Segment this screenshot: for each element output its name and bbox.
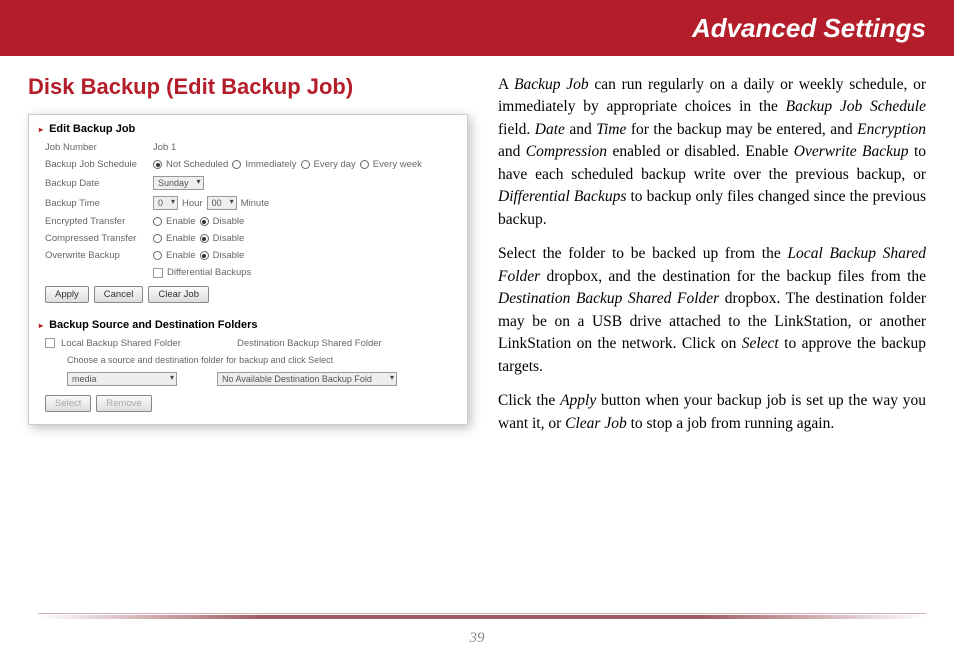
minute-label: Minute (241, 198, 270, 209)
lbl-cmp-enable: Enable (166, 233, 196, 244)
date-label: Backup Date (45, 178, 153, 189)
remove-button[interactable]: Remove (96, 395, 151, 412)
page-title: Disk Backup (Edit Backup Job) (28, 74, 468, 100)
date-select[interactable]: Sunday (153, 176, 204, 190)
panel2-heading-text: Backup Source and Destination Folders (49, 319, 257, 331)
radio-encrypted-disable[interactable] (200, 217, 209, 226)
radio-overwrite-enable[interactable] (153, 251, 162, 260)
hour-label: Hour (182, 198, 203, 209)
compressed-label: Compressed Transfer (45, 233, 153, 244)
local-folder-col: Local Backup Shared Folder (61, 338, 231, 349)
opt-every-week: Every week (373, 159, 422, 170)
radio-overwrite-disable[interactable] (200, 251, 209, 260)
schedule-options: Not Scheduled Immediately Every day Ever… (153, 159, 422, 170)
lbl-ovr-enable: Enable (166, 250, 196, 261)
encrypted-label: Encrypted Transfer (45, 216, 153, 227)
radio-compressed-disable[interactable] (200, 234, 209, 243)
schedule-row: Backup Job Schedule Not Scheduled Immedi… (39, 156, 457, 173)
time-label: Backup Time (45, 198, 153, 209)
source-folder-select[interactable]: media (67, 372, 177, 386)
folder-checkbox[interactable] (45, 338, 55, 348)
differential-checkbox[interactable] (153, 268, 163, 278)
footer-divider (38, 615, 926, 619)
job-number-value: Job 1 (153, 142, 176, 153)
panel2-buttons: Select Remove (39, 390, 457, 412)
cancel-button[interactable]: Cancel (94, 286, 144, 303)
job-number-row: Job Number Job 1 (39, 139, 457, 156)
paragraph-2: Select the folder to be backed up from t… (498, 243, 926, 378)
overwrite-label: Overwrite Backup (45, 250, 153, 261)
opt-every-day: Every day (314, 159, 356, 170)
radio-compressed-enable[interactable] (153, 234, 162, 243)
lbl-enc-disable: Disable (213, 216, 245, 227)
hour-select[interactable]: 0 (153, 196, 178, 210)
expand-arrow-icon-2: ▸ (39, 321, 43, 330)
header-title: Advanced Settings (692, 13, 926, 44)
lbl-ovr-disable: Disable (213, 250, 245, 261)
opt-immediately: Immediately (245, 159, 296, 170)
clear-job-button[interactable]: Clear Job (148, 286, 209, 303)
opt-not-scheduled: Not Scheduled (166, 159, 228, 170)
content-area: Disk Backup (Edit Backup Job) ▸ Edit Bac… (0, 56, 954, 447)
date-row: Backup Date Sunday (39, 173, 457, 193)
paragraph-1: A Backup Job can run regularly on a dail… (498, 74, 926, 231)
panel1-heading: ▸ Edit Backup Job (39, 123, 457, 135)
folder-columns-row: Local Backup Shared Folder Destination B… (39, 335, 457, 352)
radio-encrypted-enable[interactable] (153, 217, 162, 226)
overwrite-row: Overwrite Backup Enable Disable (39, 247, 457, 264)
encrypted-row: Encrypted Transfer Enable Disable (39, 213, 457, 230)
job-number-label: Job Number (45, 142, 153, 153)
radio-every-week[interactable] (360, 160, 369, 169)
time-row: Backup Time 0 Hour 00 Minute (39, 193, 457, 213)
schedule-label: Backup Job Schedule (45, 159, 153, 170)
body-text: A Backup Job can run regularly on a dail… (498, 74, 926, 447)
differential-row: Differential Backups (39, 264, 457, 281)
page-number: 39 (0, 630, 954, 647)
header-bar: Advanced Settings (0, 0, 954, 56)
minute-select[interactable]: 00 (207, 196, 237, 210)
panel1-buttons: Apply Cancel Clear Job (39, 281, 457, 303)
lbl-cmp-disable: Disable (213, 233, 245, 244)
radio-not-scheduled[interactable] (153, 160, 162, 169)
compressed-row: Compressed Transfer Enable Disable (39, 230, 457, 247)
settings-screenshot: ▸ Edit Backup Job Job Number Job 1 Backu… (28, 114, 468, 425)
differential-label: Differential Backups (167, 267, 251, 278)
panel1-heading-text: Edit Backup Job (49, 123, 135, 135)
radio-immediately[interactable] (232, 160, 241, 169)
dest-folder-col: Destination Backup Shared Folder (237, 338, 382, 349)
dest-folder-select[interactable]: No Available Destination Backup Fold (217, 372, 397, 386)
folder-note: Choose a source and destination folder f… (39, 352, 457, 368)
select-button[interactable]: Select (45, 395, 91, 412)
apply-button[interactable]: Apply (45, 286, 89, 303)
folder-dropdowns: media No Available Destination Backup Fo… (39, 368, 457, 390)
expand-arrow-icon: ▸ (39, 125, 43, 134)
radio-every-day[interactable] (301, 160, 310, 169)
panel2-heading: ▸ Backup Source and Destination Folders (39, 319, 457, 331)
paragraph-3: Click the Apply button when your backup … (498, 390, 926, 435)
left-column: Disk Backup (Edit Backup Job) ▸ Edit Bac… (28, 74, 468, 447)
lbl-enc-enable: Enable (166, 216, 196, 227)
